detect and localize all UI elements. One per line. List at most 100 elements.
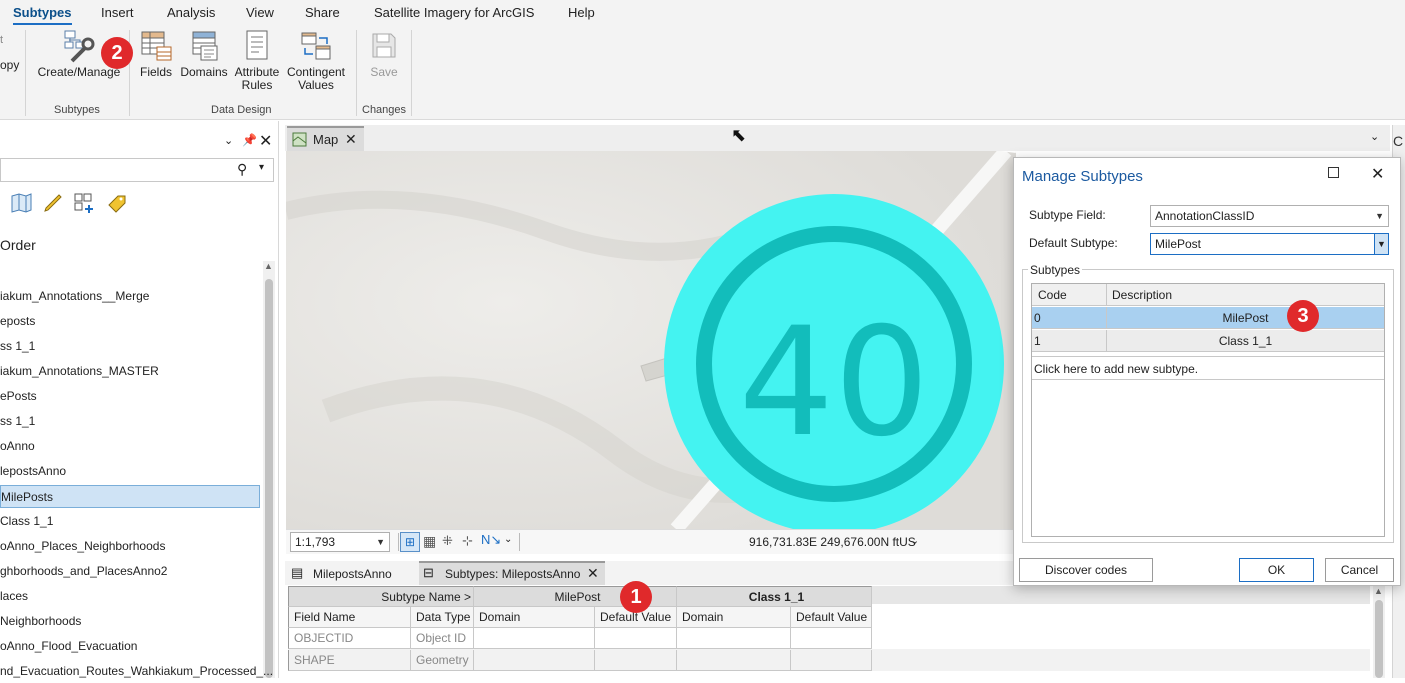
layer-item[interactable]: eposts — [0, 310, 35, 333]
layer-item[interactable]: oAnno — [0, 435, 35, 458]
add-subtype-row[interactable]: Click here to add new subtype. — [1032, 356, 1384, 380]
fields-button[interactable]: Fields — [137, 29, 175, 79]
vertical-scrollbar[interactable]: ▲ — [263, 261, 275, 678]
contingent-values-button[interactable]: Contingent Values — [285, 29, 347, 92]
subtype-code[interactable]: 1 — [1034, 334, 1041, 348]
table-cell[interactable] — [474, 650, 595, 671]
tab-map[interactable]: Map ✕ — [287, 126, 364, 151]
column-header[interactable]: Default Value — [791, 607, 872, 628]
scroll-up-icon[interactable]: ▲ — [1374, 586, 1383, 596]
tab-subtypes-milepostsanno[interactable]: ⊟ Subtypes: MilepostsAnno ✕ — [419, 561, 605, 585]
subtype-description[interactable]: Class 1_1 — [1107, 334, 1384, 348]
layer-item[interactable]: ePosts — [0, 385, 37, 408]
table-cell[interactable]: SHAPE — [288, 650, 411, 671]
subtype-field-label: Subtype Field: — [1029, 208, 1106, 222]
chevron-down-icon[interactable]: ▾ — [259, 162, 264, 173]
layer-item[interactable]: iakum_Annotations_MASTER — [0, 360, 159, 383]
copy-command-label[interactable]: opy — [0, 58, 19, 72]
snapping-icon[interactable]: ⁜ — [442, 533, 453, 549]
chevron-down-icon[interactable]: ⌄ — [224, 134, 233, 147]
search-input[interactable]: ⚲ ▾ — [0, 158, 274, 182]
cancel-button[interactable]: Cancel — [1325, 558, 1394, 582]
scale-selector[interactable]: 1:1,793 ▼ — [290, 532, 390, 552]
layer-item[interactable]: Class 1_1 — [0, 510, 53, 533]
table-cell[interactable] — [791, 628, 872, 649]
layer-item[interactable]: oAnno_Flood_Evacuation — [0, 635, 137, 658]
close-icon[interactable]: ✕ — [1371, 164, 1384, 184]
tab-analysis[interactable]: Analysis — [167, 5, 215, 20]
layer-item[interactable]: oAnno_Places_Neighborhoods — [0, 535, 165, 558]
subtype-header-class-1-1[interactable]: Class 1_1 — [677, 586, 872, 607]
list-by-snapping-icon[interactable] — [73, 192, 97, 214]
chevron-down-icon[interactable]: ▼ — [1374, 234, 1388, 254]
list-by-labeling-icon[interactable] — [106, 192, 128, 214]
chevron-down-icon[interactable]: ⌄ — [1370, 130, 1379, 143]
table-cell[interactable] — [791, 650, 872, 671]
tab-view[interactable]: View — [246, 5, 274, 20]
tab-satellite-imagery[interactable]: Satellite Imagery for ArcGIS — [374, 5, 534, 20]
subtype-field-select[interactable]: AnnotationClassID ▼ — [1150, 205, 1389, 227]
layer-item[interactable]: laces — [0, 585, 28, 608]
close-icon[interactable]: ✕ — [587, 565, 599, 582]
layer-item[interactable]: ghborhoods_and_PlacesAnno2 — [0, 560, 167, 583]
chevron-down-icon[interactable]: ⌄ — [504, 534, 512, 545]
table-cell[interactable]: Object ID — [411, 628, 474, 649]
domains-button[interactable]: Domains — [179, 29, 229, 79]
column-header[interactable]: Data Type — [411, 607, 474, 628]
save-button[interactable]: Save — [364, 29, 404, 79]
layer-item[interactable]: Neighborhoods — [0, 610, 81, 633]
tab-share[interactable]: Share — [305, 5, 340, 20]
subtype-code[interactable]: 0 — [1034, 311, 1041, 325]
list-by-drawing-order-icon[interactable] — [10, 192, 32, 214]
attribute-rules-button[interactable]: Attribute Rules — [231, 29, 283, 92]
subtype-row[interactable]: 0 MilePost — [1032, 307, 1384, 329]
table-cell[interactable] — [595, 650, 677, 671]
tab-milepostsanno[interactable]: ▤ MilepostsAnno — [287, 562, 415, 585]
search-icon[interactable]: ⚲ — [237, 161, 247, 178]
grid-vertical-scrollbar[interactable]: ▲ — [1373, 586, 1385, 678]
table-cell[interactable] — [595, 628, 677, 649]
layer-item[interactable]: ss 1_1 — [0, 410, 35, 433]
ok-button[interactable]: OK — [1239, 558, 1314, 582]
scrollbar-thumb[interactable] — [1375, 600, 1383, 678]
layer-item[interactable]: nd_Evacuation_Routes_Wahkiakum_Processed… — [0, 660, 273, 683]
layer-item[interactable]: ss 1_1 — [0, 335, 35, 358]
tab-insert[interactable]: Insert — [101, 5, 134, 20]
table-cell[interactable]: Geometry — [411, 650, 474, 671]
column-header-description[interactable]: Description — [1112, 288, 1172, 302]
subtype-description[interactable]: MilePost — [1107, 311, 1384, 325]
column-header[interactable]: Field Name — [288, 607, 411, 628]
table-cell[interactable] — [677, 650, 791, 671]
table-cell[interactable] — [474, 628, 595, 649]
column-header-code[interactable]: Code — [1038, 288, 1067, 302]
table-grid-icon[interactable]: ▦ — [423, 533, 436, 550]
default-subtype-select[interactable]: MilePost ▼ — [1150, 233, 1389, 255]
pin-icon[interactable]: 📌 — [242, 133, 257, 147]
tab-help[interactable]: Help — [568, 5, 595, 20]
layer-item[interactable]: lepostsAnno — [0, 460, 66, 483]
subtype-row[interactable]: 1 Class 1_1 — [1032, 330, 1384, 352]
step-badge-3: 3 — [1287, 300, 1319, 332]
north-arrow-icon[interactable]: N↘ — [481, 532, 501, 548]
chevron-down-icon[interactable]: ⌄ — [910, 534, 919, 547]
list-by-editing-icon[interactable] — [42, 192, 64, 214]
divider — [519, 533, 520, 551]
maximize-icon[interactable] — [1328, 167, 1339, 178]
layer-item[interactable]: MilePosts — [0, 485, 260, 508]
constraints-icon[interactable]: ⊹ — [462, 533, 473, 549]
column-header[interactable]: Domain — [677, 607, 791, 628]
close-icon[interactable]: ✕ — [259, 131, 272, 151]
tab-subtypes[interactable]: Subtypes — [13, 5, 72, 25]
column-header[interactable]: Domain — [474, 607, 595, 628]
close-icon[interactable]: ✕ — [345, 131, 357, 148]
layer-item[interactable]: iakum_Annotations__Merge — [0, 285, 149, 308]
table-cell[interactable] — [677, 628, 791, 649]
map-view[interactable]: 40 — [286, 151, 1016, 529]
scrollbar-thumb[interactable] — [265, 279, 273, 678]
scroll-up-icon[interactable]: ▲ — [264, 261, 273, 271]
table-cell[interactable]: OBJECTID — [288, 628, 411, 649]
catalog-pane-tab[interactable]: C — [1393, 133, 1403, 149]
divider — [398, 533, 399, 551]
grid-snapping-icon[interactable]: ⊞ — [400, 532, 420, 552]
discover-codes-button[interactable]: Discover codes — [1019, 558, 1153, 582]
